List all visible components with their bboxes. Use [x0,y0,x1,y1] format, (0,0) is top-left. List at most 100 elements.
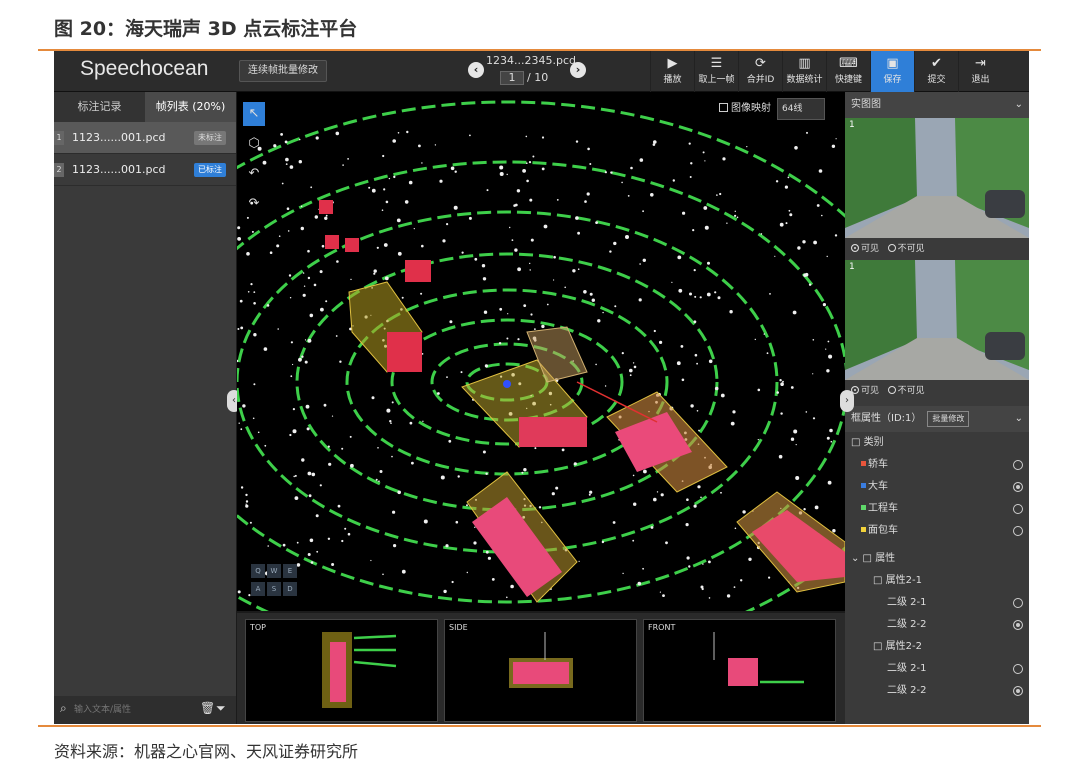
stats-label: 数据统计 [786,75,823,85]
invisible-radio[interactable] [887,244,896,252]
attribute-radio[interactable] [1013,598,1023,608]
search-bar: ⌕ 🗑 ⏷ [54,696,236,724]
attribute-option[interactable]: 二级 2-1 [845,592,1029,614]
select-tool-icon[interactable]: ↖ [243,102,265,126]
attribute-option[interactable]: 二级 2-2 [845,614,1029,636]
left-panel: 标注记录 帧列表 (20%) 1 1123......001.pcd 未标注 2… [54,92,236,724]
search-input[interactable] [74,701,186,719]
image-number: 1 [849,262,855,272]
attribute-radio[interactable] [1013,686,1023,696]
category-option-label: 轿车 [868,459,888,470]
category-option-label: 大车 [868,481,888,492]
attribute-subgroup: □ 属性2-2 [873,641,922,652]
attribute-option[interactable]: 二级 2-1 [845,658,1029,680]
filter-icon[interactable]: ⏷ [216,701,226,716]
keyboard-shortcuts-button[interactable]: ⌨ 快捷键 [826,51,870,92]
chevron-down-icon: ⌄ [1014,413,1023,424]
collapse-right-icon[interactable]: › [840,390,854,412]
key-e: E [283,564,297,578]
category-option[interactable]: 轿车 [845,454,1029,476]
category-option[interactable]: 大车 [845,476,1029,498]
merge-id-button[interactable]: ⟳ 合并ID [738,51,782,92]
top-view-canvas[interactable] [246,620,439,723]
file-row-number: 2 [54,163,64,177]
redo-icon[interactable]: ↷ [243,192,265,216]
attribute-subgroup-label: 属性2-2 [885,641,922,652]
page-input[interactable]: 1 [500,71,524,85]
image-mapping-control: 图像映射 64线 [719,98,825,120]
beam-select[interactable]: 64线 [777,98,825,120]
exit-button[interactable]: ⇥ 退出 [958,51,1002,92]
side-view[interactable]: SIDE [444,619,637,722]
category-option-label: 工程车 [868,503,898,514]
key-s: S [267,582,281,596]
image-panel-header[interactable]: 实图图 ⌄ [845,92,1029,118]
play-button[interactable]: ▶ 播放 [650,51,694,92]
batch-edit-button[interactable]: 连续帧批量修改 [239,60,327,82]
front-view-canvas[interactable] [644,620,837,723]
merge-id-label: 合并ID [746,75,775,85]
prev-file-icon[interactable]: ‹ [468,62,484,78]
category-option[interactable]: 工程车 [845,498,1029,520]
invisible-label: 不可见 [897,386,925,396]
camera-image-picture [845,118,1029,238]
cube-tool-icon[interactable]: ⬡ [243,132,265,156]
image-number: 1 [849,120,855,130]
save-button[interactable]: ▣ 保存 [870,51,914,92]
box-attributes-title: 框属性（ID:1） [851,413,922,424]
image-mapping-checkbox[interactable] [719,103,728,112]
box-attributes-header[interactable]: 框属性（ID:1） 批量修改 ⌄ [845,406,1029,432]
file-row[interactable]: 1 1123......001.pcd 未标注 [54,122,236,154]
point-cloud-viewport[interactable]: ↖ ⬡ ↶ ↷ 图像映射 64线 Q W E A S D [237,92,845,611]
category-radio[interactable] [1013,460,1023,470]
visibility-options: 可见 不可见 [845,238,1029,260]
point-cloud-canvas[interactable] [237,92,845,611]
search-icon: ⌕ [60,701,67,715]
tab-frame-list[interactable]: 帧列表 (20%) [145,92,236,122]
camera-image[interactable]: 1 [845,260,1029,380]
category-radio[interactable] [1013,526,1023,536]
annotation-app: Speechocean 连续帧批量修改 ‹ 1234...2345.pcd 1/… [54,51,1029,724]
exit-icon: ⇥ [975,56,986,71]
category-label: 类别 [863,437,884,448]
figure-title: 图 20：海天瑞声 3D 点云标注平台 [54,18,358,40]
file-row-name: 1123......001.pcd [72,163,166,176]
page-total: / 10 [527,71,549,84]
top-view[interactable]: TOP [245,619,438,722]
side-view-canvas[interactable] [445,620,638,723]
chevron-down-icon: ⌄ [1014,99,1023,110]
front-view[interactable]: FRONT [643,619,836,722]
key-q: Q [251,564,265,578]
attribute-label: 属性 [875,553,896,564]
file-status-badge: 未标注 [194,131,226,145]
figure-source: 资料来源：机器之心官网、天风证券研究所 [54,742,359,761]
camera-image[interactable]: 1 [845,118,1029,238]
file-row-name: 1123......001.pcd [72,131,166,144]
submit-button[interactable]: ✔ 提交 [914,51,958,92]
undo-icon[interactable]: ↶ [243,162,265,186]
attribute-option-label: 二级 2-1 [887,663,927,674]
batch-modify-button[interactable]: 批量修改 [927,411,970,427]
play-icon: ▶ [667,56,678,71]
category-radio[interactable] [1013,482,1023,492]
current-filename: 1234...2345.pcd [486,54,576,67]
tab-annotation-record[interactable]: 标注记录 [54,92,145,122]
file-row[interactable]: 2 1123......001.pcd 已标注 [54,154,236,186]
viewport-tools: ↖ ⬡ ↶ ↷ [243,102,265,222]
stats-button[interactable]: ▥ 数据统计 [782,51,826,92]
next-file-icon[interactable]: › [570,62,586,78]
attribute-option[interactable]: 二级 2-2 [845,680,1029,702]
category-option[interactable]: 面包车 [845,520,1029,542]
invisible-radio[interactable] [887,386,896,394]
color-swatch [861,505,866,510]
key-d: D [283,582,297,596]
visible-radio[interactable] [851,244,859,252]
previous-frame-button[interactable]: ☰ 取上一帧 [694,51,738,92]
sub-views: TOP SIDE FRONT [237,613,845,724]
attribute-radio[interactable] [1013,620,1023,630]
previous-frame-label: 取上一帧 [698,75,735,85]
category-radio[interactable] [1013,504,1023,514]
attribute-radio[interactable] [1013,664,1023,674]
color-swatch [861,461,866,466]
trash-icon[interactable]: 🗑 [200,701,215,715]
